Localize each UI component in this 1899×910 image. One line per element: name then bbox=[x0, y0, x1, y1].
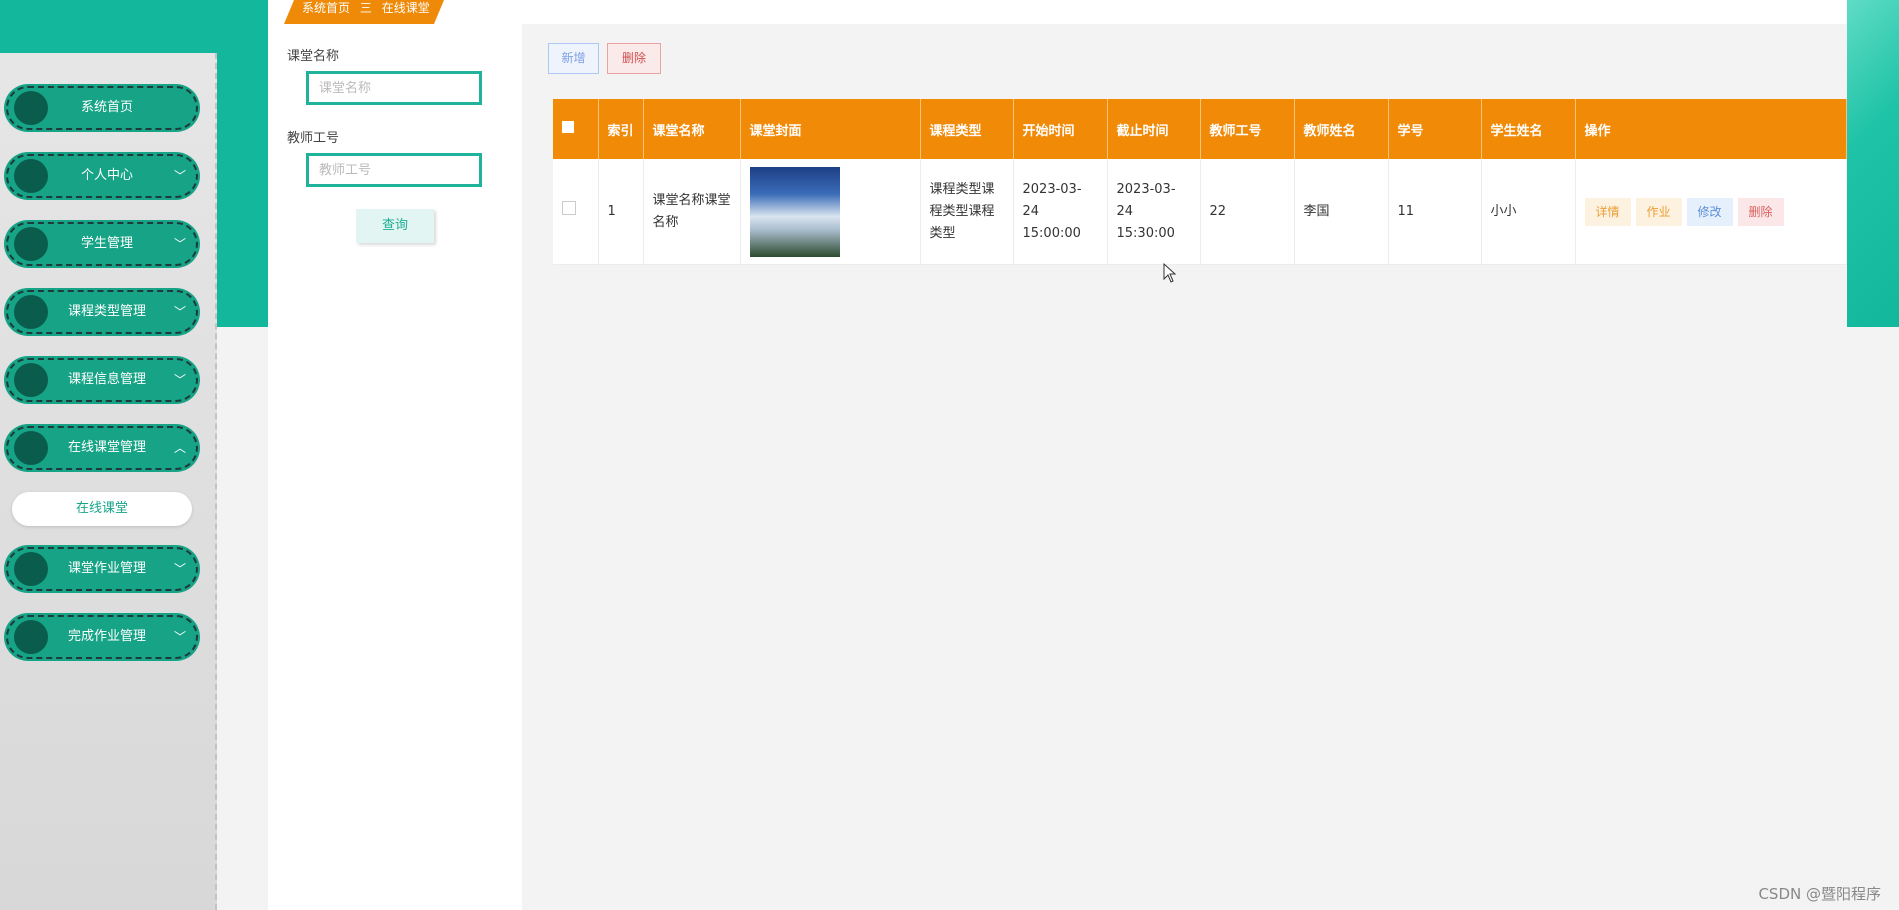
menu-dot-icon bbox=[14, 552, 48, 586]
homework-button[interactable]: 作业 bbox=[1635, 197, 1682, 226]
sidebar-item-students[interactable]: 学生管理 ﹀ bbox=[6, 222, 198, 266]
chevron-down-icon: ﹀ bbox=[173, 305, 186, 319]
sidebar-item-label: 完成作业管理 bbox=[67, 629, 146, 644]
sidebar-subitem-online-class[interactable]: 在线课堂 bbox=[12, 492, 192, 526]
cell-teacher-id: 22 bbox=[1200, 159, 1295, 265]
menu-dot-icon bbox=[14, 91, 48, 125]
watermark: CSDN @暨阳程序 bbox=[1758, 885, 1881, 903]
row-select-cell bbox=[553, 159, 599, 265]
select-all-header[interactable] bbox=[553, 99, 599, 159]
class-name-label: 课堂名称 bbox=[287, 49, 340, 64]
cell-student-name: 小小 bbox=[1481, 159, 1576, 265]
column-header: 索引 bbox=[598, 99, 644, 159]
sidebar-item-label: 系统首页 bbox=[80, 100, 133, 115]
breadcrumb-current: 在线课堂 bbox=[381, 1, 430, 15]
column-header: 操作 bbox=[1575, 99, 1847, 159]
top-bar bbox=[268, 0, 1847, 24]
query-button[interactable]: 查询 bbox=[356, 209, 434, 243]
select-all-checkbox[interactable] bbox=[562, 121, 574, 133]
class-cover-image[interactable] bbox=[749, 166, 840, 257]
menu-dot-icon bbox=[14, 620, 48, 654]
cell-actions: 详情 作业 修改 删除 bbox=[1575, 159, 1847, 265]
table-header-row: 索引 课堂名称 课堂封面 课程类型 开始时间 截止时间 教师工号 教师姓名 学号… bbox=[553, 99, 1847, 159]
column-header: 教师工号 bbox=[1200, 99, 1295, 159]
cell-index: 1 bbox=[598, 159, 644, 265]
breadcrumb-home[interactable]: 系统首页 bbox=[302, 1, 350, 15]
detail-button[interactable]: 详情 bbox=[1584, 197, 1631, 226]
class-table: 索引 课堂名称 课堂封面 课程类型 开始时间 截止时间 教师工号 教师姓名 学号… bbox=[553, 99, 1847, 265]
sidebar-item-completed-homework[interactable]: 完成作业管理 ﹀ bbox=[6, 615, 198, 659]
edit-button[interactable]: 修改 bbox=[1686, 197, 1733, 226]
delete-button[interactable]: 删除 bbox=[607, 43, 661, 74]
chevron-down-icon: ﹀ bbox=[173, 373, 186, 387]
menu-dot-icon bbox=[14, 431, 48, 465]
column-header: 开始时间 bbox=[1013, 99, 1108, 159]
sidebar-item-label: 课程类型管理 bbox=[67, 304, 146, 319]
chevron-down-icon: ﹀ bbox=[173, 237, 186, 251]
search-panel: 课堂名称 教师工号 查询 bbox=[268, 24, 522, 910]
sidebar-item-label: 课程信息管理 bbox=[67, 372, 146, 387]
sidebar-item-label: 在线课堂管理 bbox=[67, 440, 146, 455]
cell-cover bbox=[740, 159, 921, 265]
sidebar-item-home[interactable]: 系统首页 bbox=[6, 86, 198, 130]
sidebar-item-label: 个人中心 bbox=[80, 168, 133, 183]
teacher-id-input[interactable] bbox=[306, 153, 482, 187]
sidebar-item-label: 学生管理 bbox=[80, 236, 133, 251]
column-header: 课堂封面 bbox=[740, 99, 921, 159]
cell-course-type: 课程类型课程类型课程类型 bbox=[920, 159, 1014, 265]
sidebar-item-class-homework[interactable]: 课堂作业管理 ﹀ bbox=[6, 547, 198, 591]
cell-class-name: 课堂名称课堂名称 bbox=[643, 159, 741, 265]
chevron-down-icon: ﹀ bbox=[173, 169, 186, 183]
row-delete-button[interactable]: 删除 bbox=[1737, 197, 1784, 226]
sidebar-item-label: 课堂作业管理 bbox=[67, 561, 146, 576]
column-header: 课堂名称 bbox=[643, 99, 741, 159]
sidebar-item-course-types[interactable]: 课程类型管理 ﹀ bbox=[6, 290, 198, 334]
chevron-down-icon: ﹀ bbox=[173, 630, 186, 644]
row-checkbox[interactable] bbox=[562, 200, 576, 215]
column-header: 截止时间 bbox=[1107, 99, 1201, 159]
menu-dot-icon bbox=[14, 295, 48, 329]
cell-student-id: 11 bbox=[1388, 159, 1482, 265]
sidebar-item-personal-center[interactable]: 个人中心 ﹀ bbox=[6, 154, 198, 198]
column-header: 学生姓名 bbox=[1481, 99, 1576, 159]
cell-end-time: 2023-03-24 15:30:00 bbox=[1107, 159, 1201, 265]
teacher-id-label: 教师工号 bbox=[287, 131, 340, 146]
chevron-down-icon: ﹀ bbox=[173, 562, 186, 576]
breadcrumb-separator: 三 bbox=[359, 1, 372, 15]
column-header: 课程类型 bbox=[920, 99, 1014, 159]
cell-start-time: 2023-03-24 15:00:00 bbox=[1013, 159, 1108, 265]
menu-dot-icon bbox=[14, 159, 48, 193]
add-button[interactable]: 新增 bbox=[548, 43, 599, 74]
breadcrumb: 系统首页 三 在线课堂 bbox=[284, 0, 444, 24]
menu-dot-icon bbox=[14, 227, 48, 261]
column-header: 学号 bbox=[1388, 99, 1482, 159]
sidebar-item-online-class[interactable]: 在线课堂管理 ︿ bbox=[6, 426, 198, 470]
sidebar-item-course-info[interactable]: 课程信息管理 ﹀ bbox=[6, 358, 198, 402]
table-row: 1 课堂名称课堂名称 课程类型课程类型课程类型 2023-03-24 15:00… bbox=[553, 159, 1847, 265]
cell-teacher-name: 李国 bbox=[1294, 159, 1389, 265]
decorative-corner bbox=[1847, 0, 1899, 327]
chevron-up-icon: ︿ bbox=[173, 441, 186, 455]
sidebar: 系统首页 个人中心 ﹀ 学生管理 ﹀ 课程类型管理 ﹀ 课程信息管理 ﹀ 在线课… bbox=[0, 53, 217, 910]
menu-dot-icon bbox=[14, 363, 48, 397]
mouse-cursor-icon bbox=[1163, 263, 1177, 283]
column-header: 教师姓名 bbox=[1294, 99, 1389, 159]
class-name-input[interactable] bbox=[306, 71, 482, 105]
